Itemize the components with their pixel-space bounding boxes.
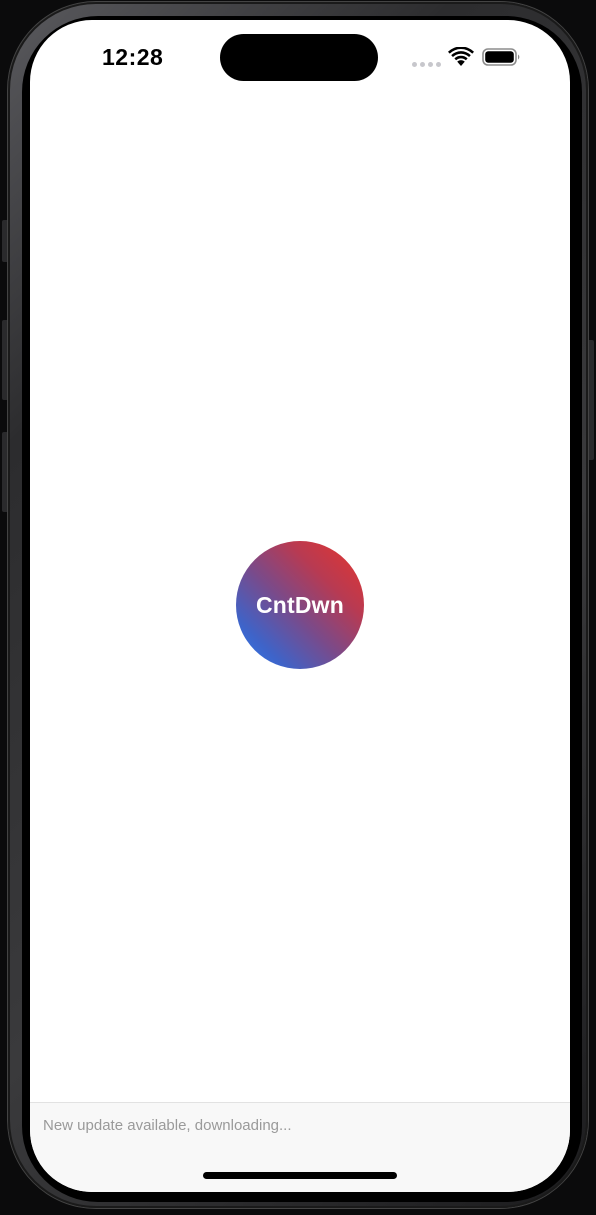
home-indicator[interactable] <box>203 1172 397 1179</box>
phone-screen: 12:28 CntDwn New update available, downl… <box>30 20 570 1192</box>
status-time: 12:28 <box>102 44 164 70</box>
device-stage: 12:28 CntDwn New update available, downl… <box>0 0 596 1215</box>
app-logo-text: CntDwn <box>255 591 345 618</box>
status-bar: 12:28 <box>30 20 570 100</box>
dynamic-island <box>220 34 378 81</box>
cellular-signal-icon <box>412 62 441 67</box>
wifi-icon <box>448 47 474 66</box>
update-message: New update available, downloading... <box>43 1117 292 1134</box>
battery-icon <box>482 48 520 66</box>
app-logo: CntDwn <box>236 541 364 669</box>
